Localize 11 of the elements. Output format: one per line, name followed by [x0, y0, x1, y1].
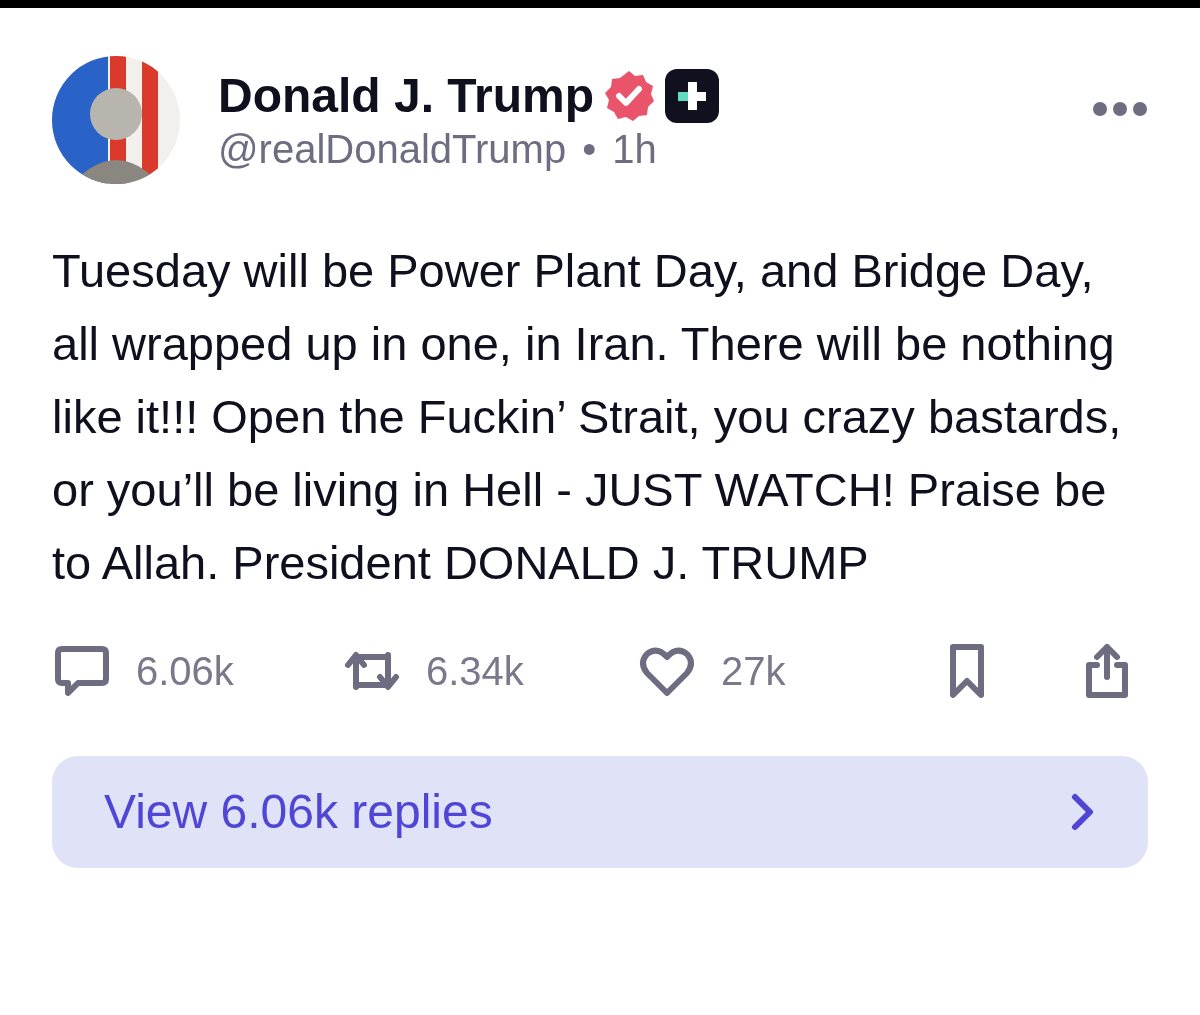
post-text: Tuesday will be Power Plant Day, and Bridge Day, all wrapped up in one, in Iran. There will be nothing like it!!! Open the Fuckin’ Strait, you crazy bastards, or you’ll be living in Hell - JUST WATCH! Praise be to Allah. President DONALD J. TRUMP	[52, 243, 1123, 591]
like-button[interactable]: 27k	[637, 641, 786, 701]
repost-button[interactable]: 6.34k	[342, 641, 524, 701]
chevron-right-icon	[1070, 792, 1096, 832]
reply-button[interactable]: 6.06k	[52, 641, 234, 701]
view-replies-button[interactable]: View 6.06k replies	[52, 756, 1148, 868]
author-handle[interactable]: @realDonaldTrump	[218, 124, 567, 173]
author-name[interactable]: Donald J. Trump	[218, 67, 595, 125]
plus-badge-icon	[664, 68, 721, 124]
separator-dot: •	[582, 125, 597, 173]
post-time: 1h	[612, 125, 657, 173]
